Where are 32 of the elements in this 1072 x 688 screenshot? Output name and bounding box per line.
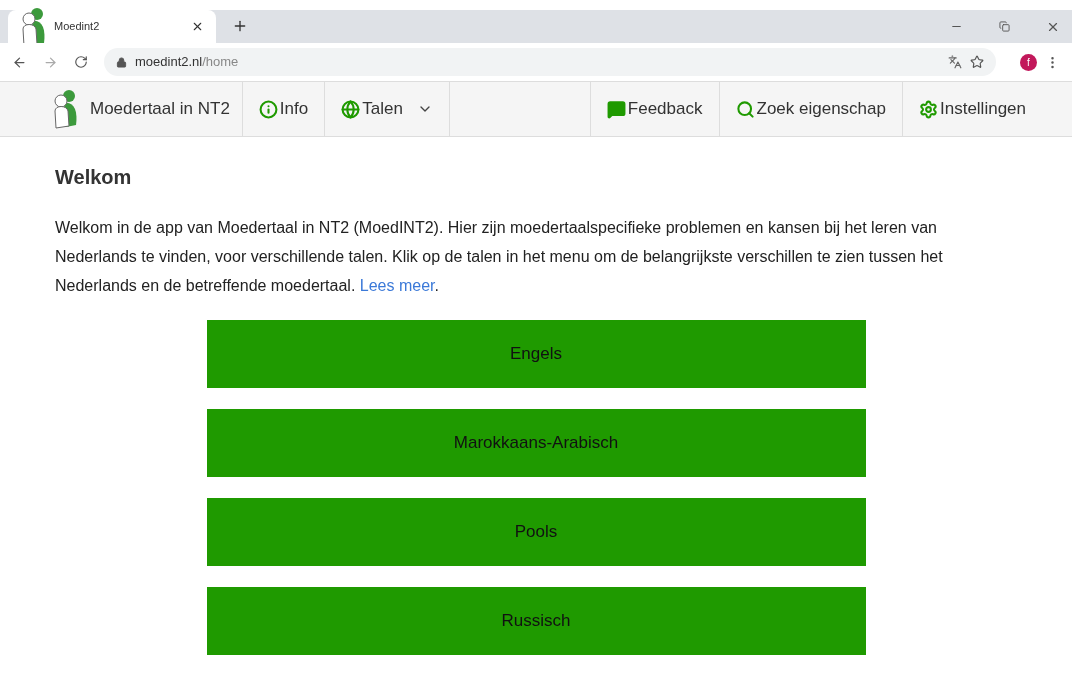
browser-tab[interactable]: Moedint2 xyxy=(8,10,216,43)
nav-link[interactable]: Instellingen xyxy=(902,82,1042,136)
intro-paragraph: Welkom in de app van Moedertaal in NT2 (MoedINT2). Hier zijn moedertaalspecifieke problemen en kansen bij het leren van Nederlands te vinden, voor verschillende talen. Klik op de talen in het menu om de belangrijkste verschillen te zien tussen het Nederlands en de betreffende moedertaal. Lees meer. xyxy=(55,218,944,296)
language-button[interactable]: Engels xyxy=(206,320,866,388)
lock-icon xyxy=(116,56,127,68)
settings-icon xyxy=(919,99,938,119)
language-button[interactable]: Marokkaans-Arabisch xyxy=(206,409,866,477)
new-tab-icon[interactable] xyxy=(232,18,248,34)
back-icon[interactable] xyxy=(12,54,27,70)
nav-link[interactable]: Info xyxy=(241,82,325,136)
brand-link[interactable]: Moedertaal in NT2 xyxy=(52,82,242,136)
address-bar[interactable]: moedint2.nl/home xyxy=(104,48,996,76)
bookmark-icon[interactable] xyxy=(970,55,984,69)
close-icon[interactable] xyxy=(191,20,204,33)
tab-title: Moedint2 xyxy=(54,19,101,35)
search-icon xyxy=(735,99,755,119)
nav-link[interactable]: Zoek eigenschap xyxy=(718,82,902,136)
logo-icon xyxy=(52,89,78,129)
page-heading: Welkom xyxy=(55,165,133,190)
translate-icon[interactable] xyxy=(948,55,962,69)
language-button[interactable]: Pools xyxy=(206,498,866,566)
read-more-link[interactable]: Lees meer xyxy=(359,277,435,294)
comment-icon xyxy=(606,99,626,119)
nav-link[interactable]: Talen xyxy=(324,82,449,136)
globe-icon xyxy=(341,99,361,119)
nav-link[interactable]: Feedback xyxy=(589,82,719,136)
language-button[interactable]: Russisch xyxy=(206,587,866,655)
url-text: moedint2.nl/home xyxy=(135,53,240,72)
restore-icon[interactable] xyxy=(999,21,1010,32)
profile-avatar[interactable]: f xyxy=(1020,53,1037,71)
reload-icon[interactable] xyxy=(74,55,88,69)
info-icon xyxy=(258,99,278,119)
